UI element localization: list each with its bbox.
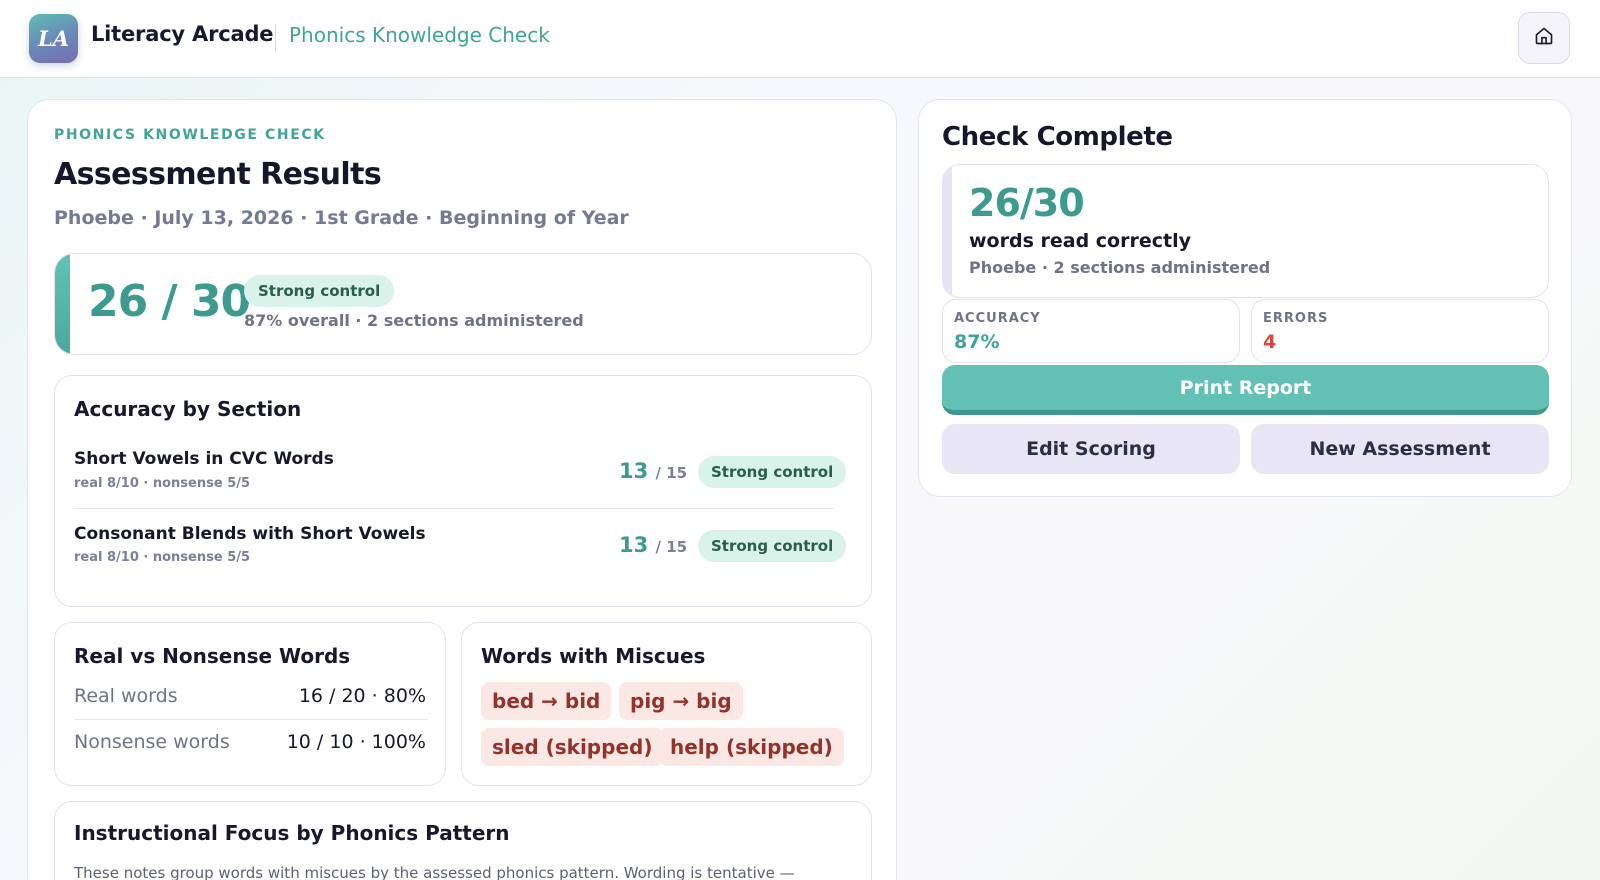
home-button[interactable]	[1518, 12, 1570, 64]
rn-label: Nonsense words	[74, 731, 230, 753]
accuracy-value: 87%	[954, 331, 1000, 353]
check-complete-panel: Check Complete 26/30 words read correctl…	[918, 99, 1572, 497]
section-name: Short Vowels in CVC Words	[74, 449, 334, 469]
summary-accent-bar	[943, 165, 952, 297]
section-correct: 13	[619, 459, 649, 483]
miscues-card-title: Words with Miscues	[481, 644, 706, 668]
miscue-chip: pig → big	[619, 682, 743, 720]
section-total: / 15	[655, 538, 688, 556]
summary-score: 26/30	[969, 181, 1085, 225]
summary-meta: Phoebe · 2 sections administered	[969, 258, 1271, 277]
rn-card-title: Real vs Nonsense Words	[74, 644, 351, 668]
section-detail: real 8/10 · nonsense 5/5	[74, 550, 251, 565]
real-vs-nonsense-card: Real vs Nonsense Words Real words 16 / 2…	[54, 622, 446, 786]
row-divider	[74, 719, 428, 720]
rn-label: Real words	[74, 685, 178, 707]
errors-label: ERRORS	[1263, 311, 1329, 326]
miscue-chip: bed → bid	[481, 682, 612, 720]
header-divider	[275, 24, 276, 52]
section-score: 13 / 15	[619, 459, 687, 483]
summary-card: 26/30 words read correctly Phoebe · 2 se…	[942, 164, 1549, 298]
accuracy-label: ACCURACY	[954, 311, 1041, 326]
page-title: Assessment Results	[54, 157, 382, 192]
print-report-button[interactable]: Print Report	[942, 365, 1549, 415]
accuracy-stat: ACCURACY 87%	[942, 299, 1240, 363]
edit-scoring-button[interactable]: Edit Scoring	[942, 424, 1240, 474]
results-panel: PHONICS KNOWLEDGE CHECK Assessment Resul…	[27, 99, 897, 880]
errors-value: 4	[1263, 331, 1277, 353]
top-bar: LA Literacy Arcade Phonics Knowledge Che…	[0, 0, 1600, 78]
header-subtitle: Phonics Knowledge Check	[289, 23, 550, 47]
overall-score: 26 / 30	[88, 276, 251, 327]
section-name: Consonant Blends with Short Vowels	[74, 524, 426, 544]
focus-note: These notes group words with miscues by …	[74, 864, 795, 880]
eyebrow-label: PHONICS KNOWLEDGE CHECK	[54, 127, 326, 143]
miscue-chip: help (skipped)	[659, 728, 844, 766]
section-score: 13 / 15	[619, 533, 687, 557]
instructional-focus-card: Instructional Focus by Phonics Pattern T…	[54, 801, 872, 880]
errors-stat: ERRORS 4	[1251, 299, 1549, 363]
app-logo: LA	[29, 14, 78, 63]
focus-card-title: Instructional Focus by Phonics Pattern	[74, 821, 510, 845]
accuracy-by-section-card: Accuracy by Section Short Vowels in CVC …	[54, 375, 872, 607]
brand-name: Literacy Arcade	[91, 22, 274, 46]
status-badge: Strong control	[698, 456, 847, 488]
section-card-title: Accuracy by Section	[74, 397, 302, 421]
score-note: 87% overall · 2 sections administered	[244, 311, 584, 330]
status-badge: Strong control	[698, 530, 847, 562]
row-divider	[74, 508, 834, 509]
status-badge: Strong control	[244, 275, 395, 307]
miscue-chip: sled (skipped)	[481, 728, 664, 766]
section-correct: 13	[619, 533, 649, 557]
home-icon	[1534, 26, 1554, 50]
section-detail: real 8/10 · nonsense 5/5	[74, 476, 251, 491]
student-meta: Phoebe · July 13, 2026 · 1st Grade · Beg…	[54, 207, 629, 229]
check-complete-title: Check Complete	[942, 122, 1173, 152]
overall-score-card: 26 / 30 Strong control 87% overall · 2 s…	[54, 253, 872, 355]
score-accent-bar	[55, 254, 70, 354]
summary-subtitle: words read correctly	[969, 230, 1191, 252]
rn-value: 16 / 20 · 80%	[298, 685, 426, 707]
section-total: / 15	[655, 464, 688, 482]
new-assessment-button[interactable]: New Assessment	[1251, 424, 1549, 474]
miscues-card: Words with Miscues bed → bid pig → big s…	[461, 622, 872, 786]
rn-value: 10 / 10 · 100%	[286, 731, 426, 753]
